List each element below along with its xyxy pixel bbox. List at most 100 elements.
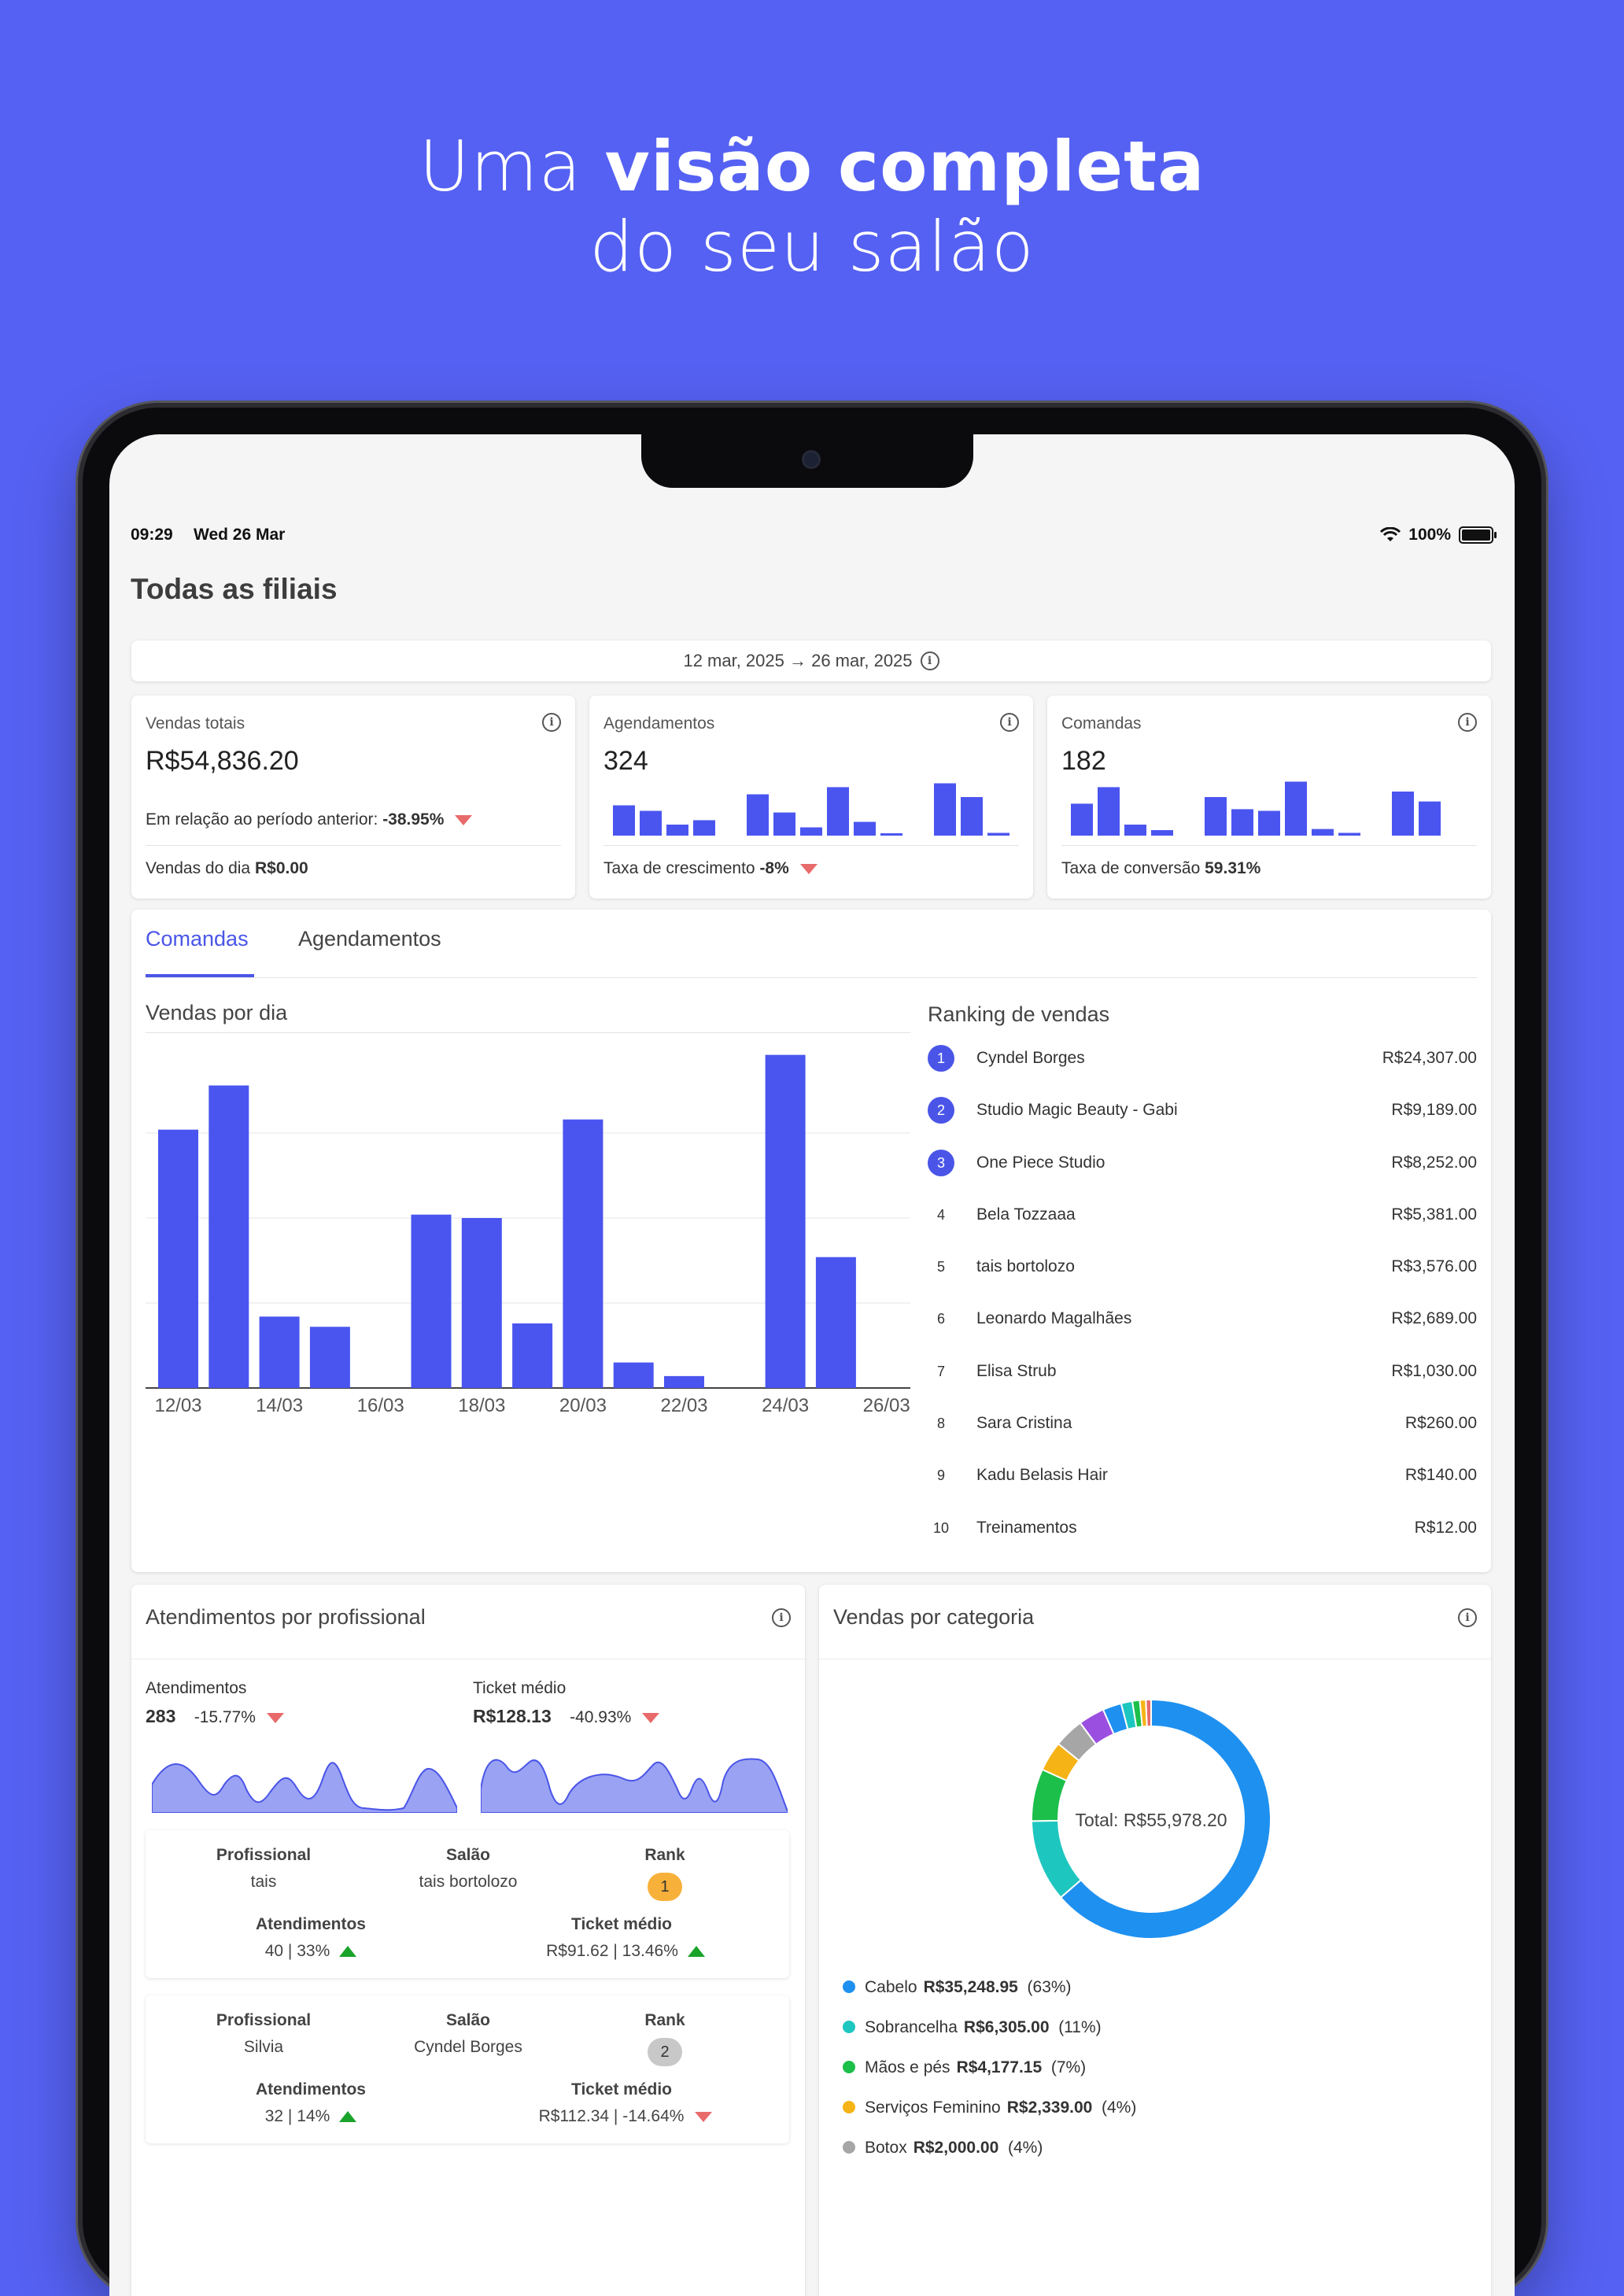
battery-percent: 100% — [1408, 526, 1451, 544]
status-date: Wed 26 Mar — [194, 526, 286, 544]
header-rank: Rank — [644, 2011, 685, 2029]
x-tick-label: 22/03 — [660, 1395, 707, 1416]
bar — [815, 1257, 856, 1388]
x-tick-label: 18/03 — [458, 1395, 505, 1416]
category-card: Vendas por categoria i Total: R$55,978.2… — [819, 1585, 1491, 2296]
sparkline-bar — [1338, 832, 1360, 836]
sparkline-bar — [961, 797, 983, 836]
ranking-amount: R$8,252.00 — [1391, 1153, 1477, 1172]
sparkline-bar — [800, 827, 822, 836]
legend-item[interactable]: Serviços Feminino R$2,339.00 (4%) — [843, 2099, 1136, 2117]
rank-badge: 1 — [648, 1873, 682, 1901]
legend-dot — [843, 1980, 855, 1993]
ranking-name: Elisa Strub — [976, 1361, 1057, 1380]
info-icon[interactable]: i — [542, 713, 561, 732]
kpi-value: 324 — [603, 746, 648, 776]
sparkline-bar — [613, 805, 635, 836]
legend-dot — [843, 2101, 855, 2113]
ranking-item: 8 Sara Cristina R$260.00 — [928, 1410, 1477, 1462]
info-icon[interactable]: i — [1458, 713, 1477, 732]
x-tick-label: 26/03 — [863, 1395, 910, 1416]
tablet-frame: 09:29 Wed 26 Mar 100% Todas as filiais 1… — [83, 408, 1541, 2296]
rank-badge: 4 — [936, 1206, 945, 1223]
ranking-amount: R$140.00 — [1404, 1466, 1477, 1485]
info-icon[interactable]: i — [1000, 713, 1019, 732]
tab-agendamentos[interactable]: Agendamentos — [298, 927, 441, 951]
legend-name: Cabelo — [865, 1978, 917, 1996]
ranking-title: Ranking de vendas — [928, 1002, 1110, 1026]
sparkline-bar — [1312, 829, 1334, 836]
rank-badge: 7 — [936, 1363, 945, 1379]
profissional-name: tais — [250, 1873, 277, 1891]
rank-badge: 6 — [936, 1311, 945, 1327]
legend-amount: R$2,339.00 — [1006, 2099, 1093, 2117]
atendimentos-value: 40 | 33% — [209, 1942, 413, 1961]
legend-item[interactable]: Mãos e pés R$4,177.15 (7%) — [843, 2058, 1086, 2077]
ranking-item: 6 Leonardo Magalhães R$2,689.00 — [928, 1305, 1477, 1357]
bar — [411, 1214, 452, 1388]
sparkline-bar — [1285, 781, 1307, 836]
status-time: 09:29 — [131, 526, 173, 544]
legend-amount: R$6,305.00 — [963, 2018, 1050, 2036]
kpi-growth: Taxa de crescimento -8% — [603, 859, 818, 878]
trend-down-icon — [642, 1712, 660, 1723]
ranking-item: 2 Studio Magic Beauty - Gabi R$9,189.00 — [928, 1097, 1477, 1149]
trend-down-icon — [799, 863, 818, 874]
metric-ticket: Ticket médio R$128.13 -40.93% — [473, 1679, 660, 1727]
ranking-amount: R$12.00 — [1414, 1518, 1477, 1537]
rank-badge: 5 — [936, 1259, 945, 1275]
bar — [664, 1375, 704, 1388]
salao-name: Cyndel Borges — [414, 2038, 522, 2056]
wifi-icon — [1380, 527, 1401, 541]
ranking-amount: R$9,189.00 — [1391, 1101, 1477, 1120]
trend-down-icon — [695, 2111, 713, 2122]
x-tick-label: 20/03 — [559, 1395, 607, 1416]
legend-name: Serviços Feminino — [865, 2099, 1001, 2117]
info-icon[interactable]: i — [920, 652, 939, 670]
bar — [209, 1085, 249, 1388]
ranking-amount: R$24,307.00 — [1382, 1049, 1477, 1067]
sparkline-bar — [1151, 830, 1173, 836]
ranking-name: Cyndel Borges — [976, 1049, 1085, 1067]
tablet-screen: 09:29 Wed 26 Mar 100% Todas as filiais 1… — [109, 434, 1515, 2296]
trend-up-icon — [339, 2111, 357, 2123]
ticket-value: R$91.62 | 13.46% — [492, 1942, 759, 1961]
sparkline-bar — [1205, 797, 1227, 836]
sparkline-bars — [1071, 781, 1441, 836]
legend-pct: (4%) — [1102, 2099, 1137, 2117]
sparkline-bar — [854, 821, 876, 836]
header-rank: Rank — [644, 1846, 685, 1864]
sparkline-bar — [747, 794, 769, 836]
ranking-list: 1 Cyndel Borges R$24,307.00 2 Studio Magic B… — [928, 1045, 1477, 1567]
donut-slice — [1145, 1698, 1152, 1728]
kpi-card-agendamentos: Agendamentos i 324 Taxa de crescimento -… — [589, 696, 1033, 899]
legend-pct: (7%) — [1050, 2058, 1087, 2076]
header-profissional: Profissional — [216, 1846, 312, 1864]
rank-badge: 8 — [936, 1416, 945, 1432]
legend-dot — [843, 2061, 855, 2073]
salao-name: tais bortolozo — [419, 1873, 518, 1891]
donut-slice — [1031, 1819, 1083, 1899]
legend-item[interactable]: Cabelo R$35,248.95 (63%) — [843, 1978, 1072, 1997]
x-tick-label: 16/03 — [357, 1395, 404, 1416]
trend-down-icon — [266, 1712, 284, 1723]
ranking-name: tais bortolozo — [976, 1257, 1075, 1276]
kpi-label: Comandas — [1061, 714, 1142, 733]
card-title: Vendas por categoria — [833, 1605, 1035, 1629]
info-icon[interactable]: i — [1458, 1608, 1477, 1627]
date-range-picker[interactable]: 12 mar, 2025 → 26 mar, 2025 i — [131, 640, 1491, 681]
kpi-day-sales: Vendas do dia R$0.00 — [146, 859, 308, 877]
kpi-comparison: Em relação ao período anterior: -38.95% — [146, 810, 473, 829]
legend-amount: R$35,248.95 — [923, 1978, 1018, 1996]
legend-item[interactable]: Botox R$2,000.00 (4%) — [843, 2139, 1043, 2158]
legend-item[interactable]: Sobrancelha R$6,305.00 (11%) — [843, 2018, 1102, 2037]
ranking-amount: R$2,689.00 — [1391, 1309, 1477, 1328]
legend-pct: (4%) — [1007, 2139, 1043, 2157]
chart-title: Vendas por dia — [146, 1001, 288, 1024]
professional-row[interactable]: Profissional Silvia Salão Cyndel Borges Rank… — [146, 1995, 789, 2143]
info-icon[interactable]: i — [772, 1608, 791, 1627]
camera-notch — [641, 434, 973, 488]
donut-total: Total: R$55,978.20 — [1075, 1810, 1227, 1830]
professional-row[interactable]: Profissional tais Salão tais bortolozo Rank 1… — [146, 1830, 789, 1978]
tab-comandas[interactable]: Comandas — [146, 927, 249, 951]
